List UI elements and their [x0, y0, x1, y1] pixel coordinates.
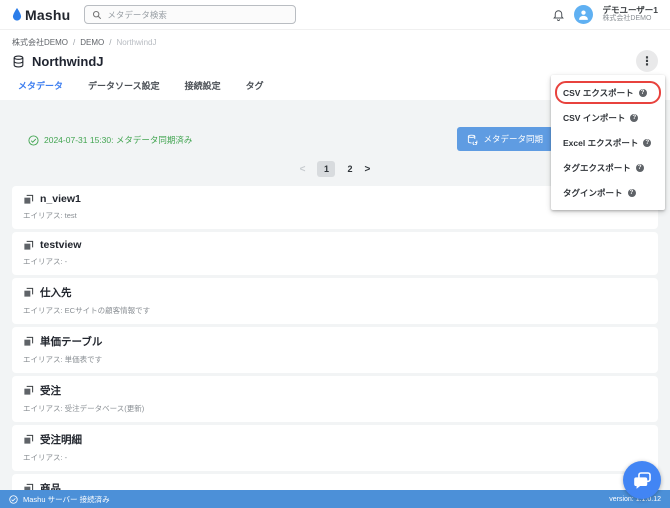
- menu-item-tag-export[interactable]: タグエクスポート ?: [551, 155, 665, 180]
- search-input[interactable]: [107, 9, 289, 20]
- menu-item-label: Excel エクスポート: [563, 137, 639, 148]
- menu-item-csv-export[interactable]: CSV エクスポート ?: [551, 80, 665, 105]
- user-info[interactable]: デモユーザー1 株式会社DEMO: [602, 5, 658, 24]
- table-icon: [23, 385, 34, 396]
- table-list: n_view1 エイリアス: test testview エイリアス: - 仕入…: [12, 186, 658, 490]
- table-alias: エイリアス: 単価表です: [23, 355, 103, 364]
- help-icon[interactable]: ?: [630, 113, 639, 122]
- table-name: 仕入先: [40, 287, 72, 299]
- table-name: 受注明細: [40, 434, 82, 446]
- breadcrumb-separator: /: [109, 37, 112, 47]
- database-sync-icon: [467, 134, 478, 145]
- table-name: testview: [40, 239, 82, 251]
- help-icon[interactable]: ?: [627, 188, 636, 197]
- user-avatar[interactable]: [574, 5, 594, 24]
- search-box[interactable]: [84, 5, 297, 24]
- table-name: 単価テーブル: [40, 336, 103, 348]
- header-right: デモユーザー1 株式会社DEMO: [552, 5, 658, 24]
- app-header: Mashu デモユーザー1 株式会社DEMO: [0, 0, 670, 30]
- menu-item-label: タグエクスポート: [563, 162, 631, 173]
- breadcrumb-separator: /: [73, 37, 76, 47]
- breadcrumb: 株式会社DEMO / DEMO / NorthwindJ: [0, 30, 670, 49]
- user-organization: 株式会社DEMO: [602, 15, 652, 23]
- table-row[interactable]: 受注明細 エイリアス: -: [12, 425, 658, 471]
- export-import-menu: CSV エクスポート ? CSV インポート ? Excel エクスポート ? …: [551, 75, 665, 210]
- notification-bell-icon[interactable]: [552, 8, 565, 21]
- table-icon: [23, 336, 34, 347]
- chat-bubbles-icon: [633, 471, 652, 490]
- water-drop-icon: [12, 8, 22, 21]
- more-options-icon: ⋮: [641, 54, 653, 68]
- tab-tags[interactable]: タグ: [246, 79, 264, 92]
- table-alias: エイリアス: 受注データベース(更新): [23, 404, 145, 413]
- status-bar: Mashu サーバー 接続済み version: 1.1.0.12: [0, 490, 670, 508]
- pagination-page-2[interactable]: 2: [347, 164, 352, 174]
- table-alias: エイリアス: ECサイトの顧客情報です: [23, 306, 151, 315]
- table-icon: [23, 483, 34, 490]
- tab-connection-settings[interactable]: 接続設定: [185, 79, 221, 92]
- menu-item-excel-export[interactable]: Excel エクスポート ?: [551, 130, 665, 155]
- table-row[interactable]: 受注 エイリアス: 受注データベース(更新): [12, 376, 658, 422]
- help-icon[interactable]: ?: [643, 138, 652, 147]
- table-name: 商品: [40, 483, 61, 490]
- check-circle-icon: [28, 134, 39, 146]
- pagination-next-icon[interactable]: >: [365, 164, 371, 175]
- table-alias: エイリアス: test: [23, 211, 77, 220]
- search-icon: [92, 10, 102, 20]
- table-row[interactable]: testview エイリアス: -: [12, 232, 658, 275]
- table-icon: [23, 287, 34, 298]
- more-options-button[interactable]: ⋮: [636, 50, 658, 72]
- server-status-text: Mashu サーバー 接続済み: [23, 494, 110, 504]
- menu-item-label: タグインポート: [563, 187, 623, 198]
- table-icon: [23, 194, 34, 205]
- table-name: n_view1: [40, 193, 81, 205]
- menu-item-csv-import[interactable]: CSV インポート ?: [551, 105, 665, 130]
- sync-status: 2024-07-31 15:30: メタデータ同期済み: [28, 134, 192, 146]
- tab-datasource-settings[interactable]: データソース設定: [88, 79, 160, 92]
- pagination-page-1[interactable]: 1: [317, 161, 336, 177]
- metadata-sync-button[interactable]: メタデータ同期: [457, 127, 553, 151]
- page-title-row: NorthwindJ ⋮: [0, 49, 670, 73]
- table-row[interactable]: 商品: [12, 474, 658, 490]
- help-icon[interactable]: ?: [638, 88, 647, 97]
- table-alias: エイリアス: -: [23, 257, 68, 266]
- breadcrumb-item-current: NorthwindJ: [116, 37, 157, 47]
- menu-item-label: CSV インポート: [563, 112, 626, 123]
- server-status: Mashu サーバー 接続済み: [9, 494, 110, 505]
- database-icon: [12, 55, 25, 68]
- page-title: NorthwindJ: [32, 53, 104, 69]
- tab-metadata[interactable]: メタデータ: [18, 79, 63, 92]
- breadcrumb-item-company[interactable]: 株式会社DEMO: [12, 37, 68, 48]
- app-logo-text: Mashu: [25, 6, 71, 23]
- chat-launcher-button[interactable]: [623, 461, 661, 499]
- menu-item-tag-import[interactable]: タグインポート ?: [551, 180, 665, 205]
- pagination-prev-icon[interactable]: <: [300, 164, 306, 175]
- table-alias: エイリアス: -: [23, 453, 68, 462]
- metadata-sync-button-label: メタデータ同期: [483, 134, 543, 144]
- table-name: 受注: [40, 385, 61, 397]
- help-icon[interactable]: ?: [635, 163, 644, 172]
- check-circle-icon: [9, 494, 18, 504]
- table-icon: [23, 240, 34, 251]
- breadcrumb-item-demo[interactable]: DEMO: [80, 38, 104, 47]
- menu-item-label: CSV エクスポート: [563, 87, 634, 98]
- table-row[interactable]: 仕入先 エイリアス: ECサイトの顧客情報です: [12, 278, 658, 324]
- table-row[interactable]: 単価テーブル エイリアス: 単価表です: [12, 327, 658, 373]
- sync-status-text: 2024-07-31 15:30: メタデータ同期済み: [44, 135, 193, 145]
- table-icon: [23, 434, 34, 445]
- user-name: デモユーザー1: [602, 4, 658, 15]
- app-logo[interactable]: Mashu: [12, 7, 70, 23]
